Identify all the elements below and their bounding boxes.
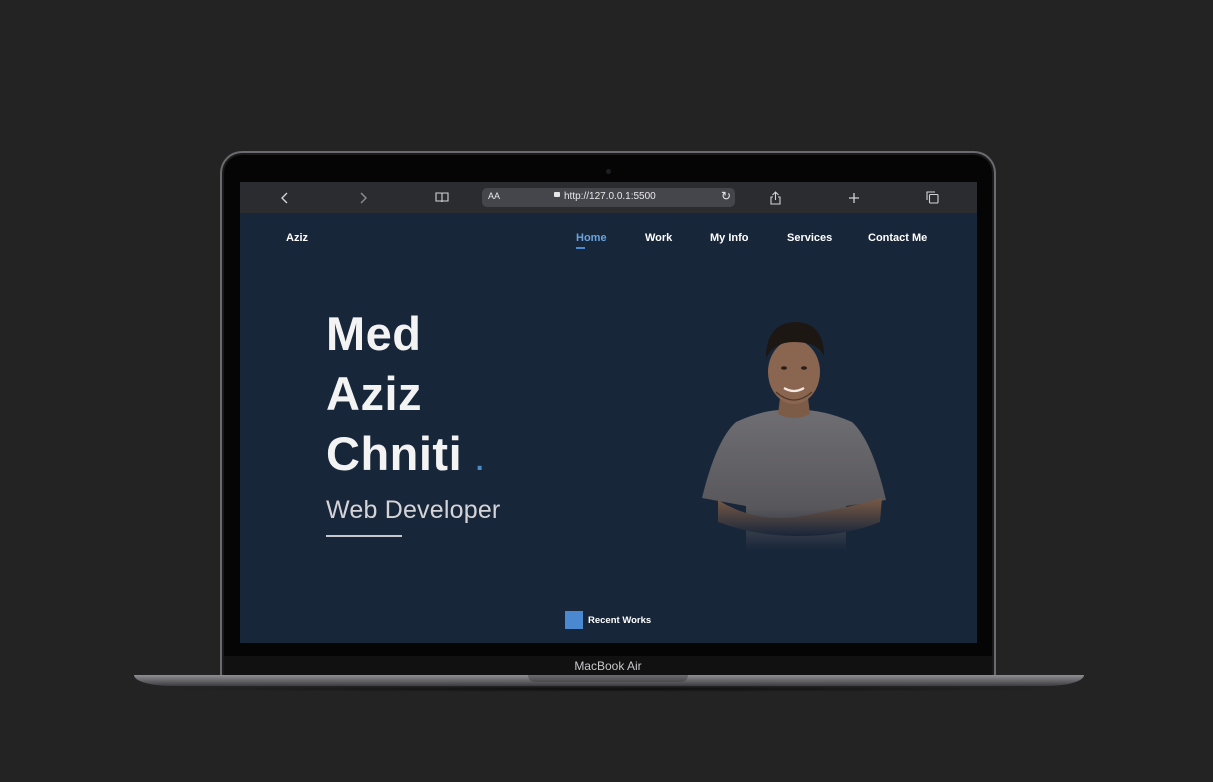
accent-dot: . — [475, 445, 484, 476]
recent-works-label: Recent Works — [588, 614, 652, 626]
tabs-overview-icon[interactable] — [920, 182, 944, 213]
browser-toolbar: AA http://127.0.0.1:5500 ↻ — [240, 182, 977, 213]
hero-name: Med Aziz Chniti . — [326, 304, 484, 491]
forward-icon[interactable] — [351, 182, 375, 213]
new-tab-icon[interactable] — [842, 182, 866, 213]
active-nav-indicator — [576, 247, 585, 249]
recent-works-link[interactable]: Recent Works — [565, 611, 651, 629]
reload-icon[interactable]: ↻ — [721, 189, 731, 203]
nav-work[interactable]: Work — [645, 232, 672, 244]
text-size-button[interactable]: AA — [488, 191, 500, 201]
profile-photo — [696, 310, 896, 555]
nav-my-info[interactable]: My Info — [710, 232, 749, 244]
hero-name-line-2: Aziz — [326, 367, 422, 420]
role-underline — [326, 535, 402, 537]
nav-contact-me[interactable]: Contact Me — [868, 232, 927, 244]
address-bar[interactable]: AA http://127.0.0.1:5500 ↻ — [482, 188, 735, 207]
nav-services[interactable]: Services — [787, 232, 832, 244]
laptop-hinge-notch — [528, 675, 688, 682]
laptop-chin: MacBook Air — [224, 656, 992, 676]
hero-role: Web Developer — [326, 496, 501, 524]
reading-list-icon[interactable] — [430, 182, 454, 213]
site-logo[interactable]: Aziz — [286, 232, 308, 244]
hero-last-name: Chniti — [326, 427, 463, 480]
url-text: http://127.0.0.1:5500 — [564, 191, 656, 202]
laptop-screen: AA http://127.0.0.1:5500 ↻ Aziz Home Wor… — [240, 182, 977, 643]
lock-icon — [554, 192, 560, 197]
hero-name-line-3: Chniti . — [326, 424, 484, 491]
device-label: MacBook Air — [574, 659, 642, 673]
recent-works-square-icon — [565, 611, 583, 629]
share-icon[interactable] — [763, 182, 787, 213]
hero-name-line-1: Med — [326, 307, 422, 360]
back-icon[interactable] — [273, 182, 297, 213]
laptop-shadow — [160, 686, 1060, 692]
nav-home[interactable]: Home — [576, 232, 607, 244]
webcam — [606, 169, 611, 174]
